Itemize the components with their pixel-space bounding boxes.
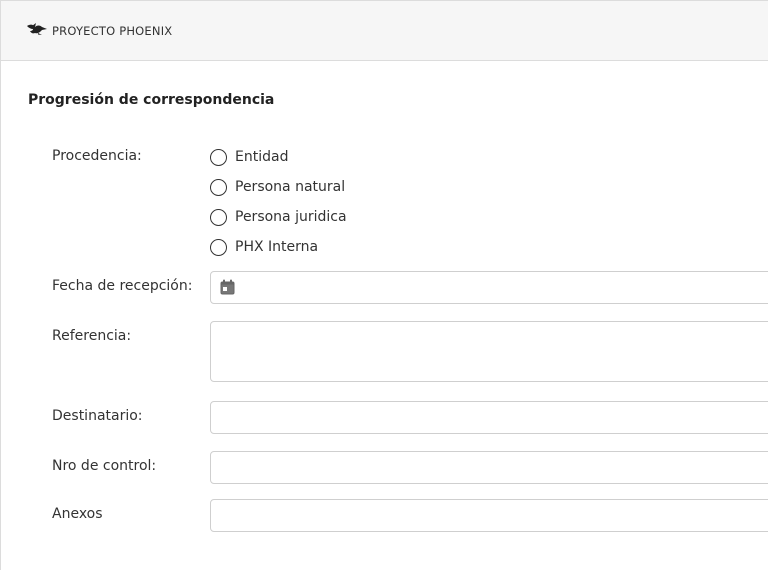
calendar-icon[interactable] — [220, 279, 235, 295]
top-bar: PROYECTO PHOENIX — [1, 1, 768, 61]
app-name: PROYECTO PHOENIX — [52, 24, 173, 38]
radio-circle[interactable] — [210, 148, 227, 166]
app-window: PROYECTO PHOENIX Progresión de correspon… — [0, 0, 768, 570]
anexos-input[interactable] — [210, 499, 768, 532]
brand[interactable]: PROYECTO PHOENIX — [26, 21, 172, 41]
fecha-recepcion-label: Fecha de recepción: — [52, 278, 193, 294]
form-title: Progresión de correspondencia — [28, 92, 275, 108]
radio-label: Persona natural — [235, 179, 346, 195]
procedencia-label: Procedencia: — [52, 148, 142, 164]
fecha-recepcion-input[interactable] — [210, 271, 768, 304]
radio-label: Entidad — [235, 149, 289, 165]
radio-circle[interactable] — [210, 208, 227, 226]
radio-circle[interactable] — [210, 178, 227, 196]
destinatario-input[interactable] — [210, 401, 768, 434]
destinatario-label: Destinatario: — [52, 408, 143, 424]
phoenix-logo-icon — [27, 23, 47, 35]
anexos-label: Anexos — [52, 506, 103, 522]
radio-persona-juridica[interactable]: Persona juridica — [210, 208, 347, 226]
referencia-label: Referencia: — [52, 328, 132, 344]
nro-control-input[interactable] — [210, 451, 768, 484]
radio-entidad[interactable]: Entidad — [210, 148, 288, 166]
radio-persona-natural[interactable]: Persona natural — [210, 178, 345, 196]
radio-label: Persona juridica — [235, 209, 347, 225]
referencia-textarea[interactable] — [210, 321, 768, 382]
radio-label: PHX Interna — [235, 239, 319, 255]
radio-phx-interna[interactable]: PHX Interna — [210, 238, 318, 256]
radio-circle[interactable] — [210, 238, 227, 256]
nro-control-label: Nro de control: — [52, 458, 157, 474]
